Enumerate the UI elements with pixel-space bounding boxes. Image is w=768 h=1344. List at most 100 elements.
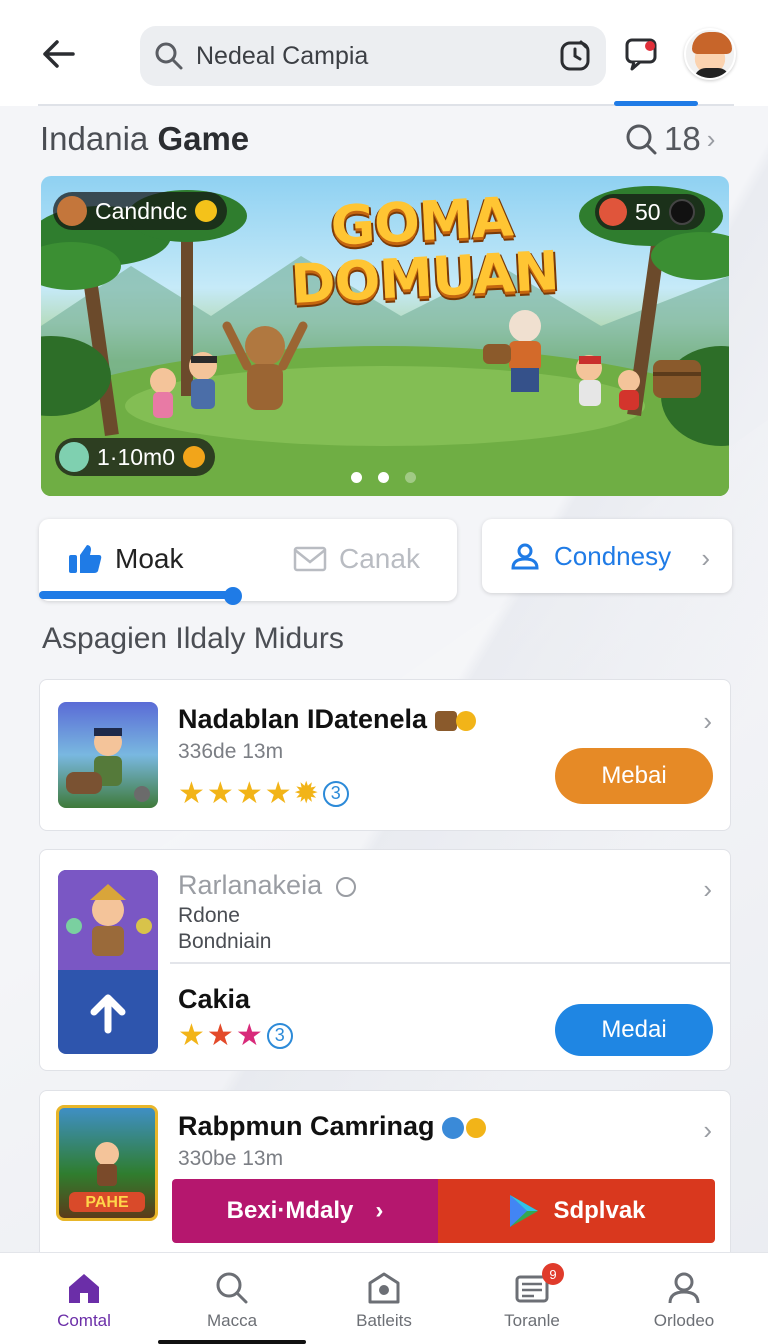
search-icon	[216, 1272, 248, 1304]
score-value: 50	[635, 198, 661, 225]
prize-avatar-icon	[59, 442, 89, 472]
game-card[interactable]: Rarlanakeia Rdone Bondniain Cakia ★ ★ ★ …	[39, 849, 731, 1071]
nav-label: Toranle	[504, 1311, 560, 1330]
search-icon	[626, 124, 657, 155]
sdplvak-button[interactable]: Sdplvak	[438, 1179, 715, 1243]
game-title: Cakia	[178, 984, 251, 1014]
nav-item-orlodeo[interactable]: Orlodeo	[624, 1271, 744, 1331]
star-icon: ★	[235, 1019, 263, 1052]
info-icon	[335, 876, 356, 897]
chat-icon	[625, 38, 657, 71]
score-avatar-icon	[599, 198, 627, 226]
section-title: Indania Game	[40, 120, 250, 157]
bexi-mdaly-button[interactable]: Bexi·Mdaly ›	[172, 1179, 438, 1243]
carousel-dot[interactable]	[351, 472, 362, 483]
tab-label: Canak	[339, 543, 420, 574]
tab-progress-knob[interactable]	[224, 587, 242, 605]
list-title: Aspagien Ildaly Midurs	[42, 622, 344, 655]
tab-progress-bar	[39, 591, 239, 599]
game-line1: Rdone	[178, 904, 240, 927]
envelope-icon	[293, 546, 327, 572]
nav-label: Comtal	[57, 1311, 111, 1330]
star-icon: ★	[178, 777, 205, 810]
game-thumbnail-art	[66, 728, 150, 802]
play-store-icon	[510, 1195, 539, 1227]
chevron-right-icon: ›	[701, 543, 710, 573]
coin-icon	[456, 710, 477, 731]
game-card[interactable]: PAHE Rabpmun Camrinag 330be 13m › Bexi·M…	[39, 1090, 731, 1260]
section-count-link[interactable]: 18 ›	[624, 120, 715, 158]
nav-item-comtal[interactable]: Comtal	[24, 1271, 144, 1331]
rating-stars: ★ ★ ★ ★ ✹ 3	[178, 776, 349, 811]
smile-icon	[195, 200, 218, 222]
nav-item-toranle[interactable]: 9 Toranle	[472, 1263, 592, 1331]
player-name: Candndc	[95, 197, 188, 224]
timer-icon[interactable]	[558, 39, 592, 73]
treasure-icon	[434, 710, 457, 731]
search-bar[interactable]	[140, 26, 606, 86]
game-thumbnail	[58, 702, 158, 808]
nav-item-macca[interactable]: Macca	[172, 1271, 292, 1331]
top-tab-indicator	[614, 101, 698, 106]
tab-moak[interactable]: Moak	[67, 537, 183, 581]
game-title: Rabpmun Camrinag	[178, 1111, 486, 1142]
coin-icon	[465, 1117, 486, 1138]
game-thumbnail	[58, 870, 158, 1054]
nav-label: Macca	[206, 1311, 258, 1330]
search-input[interactable]	[196, 41, 558, 71]
bottom-nav: Comtal Macca Batleits 9 Toranle Orlodeo	[0, 1252, 768, 1344]
back-button[interactable]	[36, 34, 80, 74]
player-avatar-icon	[57, 196, 87, 226]
arrow-left-icon	[43, 40, 75, 68]
notification-badge: 9	[542, 1263, 564, 1285]
medai-button[interactable]: Medai	[555, 1004, 713, 1056]
condnesy-button[interactable]: Condnesy ›	[482, 519, 732, 593]
profile-icon	[668, 1272, 700, 1304]
chevron-right-icon: ›	[375, 1197, 384, 1224]
prize-pill[interactable]: 1·10m0	[55, 438, 215, 476]
game-thumbnail-art	[58, 870, 158, 1034]
nav-label: Orlodeo	[653, 1311, 715, 1330]
button-label: Bexi·Mdaly	[226, 1197, 354, 1224]
section-count: 18	[664, 120, 701, 157]
game-thumbnail: PAHE	[56, 1105, 158, 1221]
chevron-right-icon: ›	[703, 706, 712, 736]
chevron-right-icon: ›	[706, 123, 716, 154]
rank-badge: 3	[266, 1022, 293, 1049]
chevron-right-icon: ›	[703, 1115, 712, 1145]
player-pill[interactable]: Candndc	[53, 192, 228, 230]
tab-label: Moak	[115, 543, 184, 574]
game-line2: Bondniain	[178, 930, 272, 953]
game-top-title: Rarlanakeia	[178, 870, 356, 901]
nav-item-batleits[interactable]: Batleits	[324, 1271, 444, 1331]
thumbs-up-icon	[69, 545, 102, 573]
home-indicator	[158, 1340, 306, 1344]
star-icon: ★	[235, 777, 263, 810]
carousel-dots	[351, 472, 416, 483]
sparkle-icon	[442, 1116, 465, 1139]
star-icon: ★	[206, 777, 234, 810]
featured-banner[interactable]: GOMA DOMUAN Candndc 50 1·10m0	[41, 176, 729, 496]
avatar[interactable]	[684, 28, 736, 80]
tab-canak[interactable]: Canak	[293, 537, 420, 581]
star-icon: ★	[178, 1019, 205, 1052]
game-meta: 330be 13m	[178, 1147, 284, 1170]
messages-button[interactable]	[622, 34, 662, 74]
emoji-icon	[668, 199, 695, 225]
prize-value: 1·10m0	[97, 443, 175, 470]
carousel-dot-active[interactable]	[378, 472, 389, 483]
button-label: Sdplvak	[553, 1197, 646, 1224]
chevron-right-icon: ›	[703, 874, 712, 904]
home-icon	[69, 1274, 99, 1303]
user-icon	[511, 543, 539, 570]
emoji-icon	[182, 446, 205, 468]
thumb-label: PAHE	[85, 1194, 129, 1211]
carousel-dot[interactable]	[405, 472, 416, 483]
gear-icon: ✹	[293, 777, 319, 810]
mebai-button[interactable]: Mebai	[555, 748, 713, 804]
segmented-tabs: Moak Canak	[39, 519, 457, 601]
game-card[interactable]: Nadablan IDatenela 336de 13m ★ ★ ★ ★ ✹ 3…	[39, 679, 731, 831]
score-pill[interactable]: 50	[595, 194, 705, 230]
banner-title: GOMA DOMUAN	[289, 185, 560, 316]
rating-stars: ★ ★ ★ 3	[178, 1018, 293, 1053]
